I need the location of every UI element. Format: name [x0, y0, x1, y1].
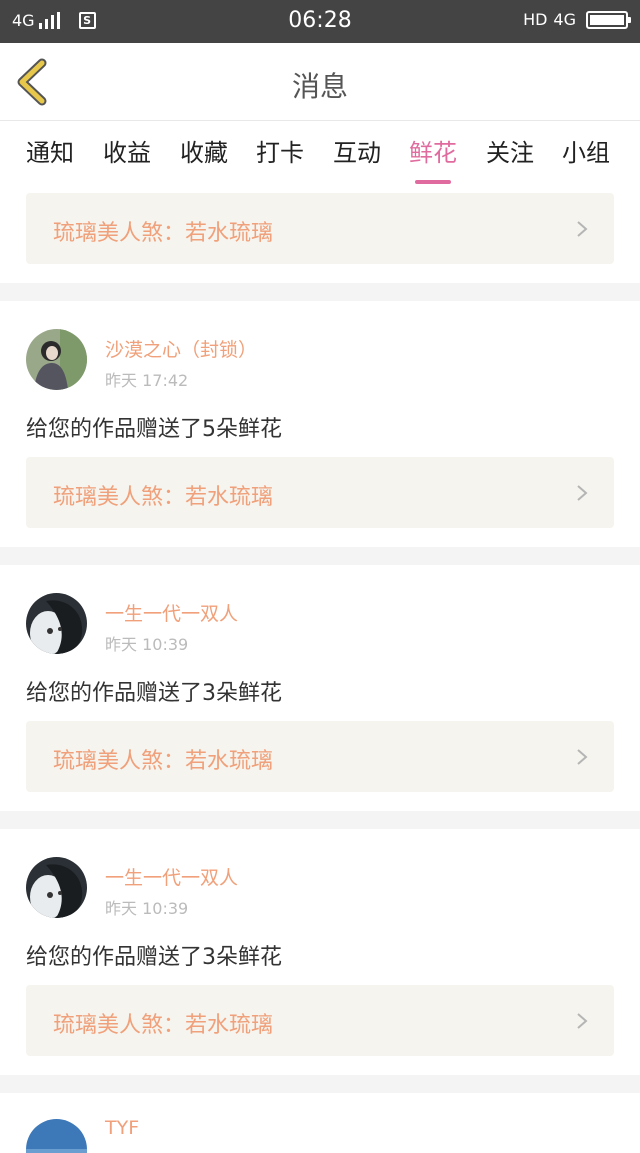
tab-label: 小组 — [562, 139, 610, 167]
tab-label: 收藏 — [180, 139, 228, 167]
work-link[interactable]: 琉璃美人煞：若水琉璃 — [26, 457, 614, 528]
avatar-woman-icon[interactable] — [26, 329, 87, 390]
work-title: 琉璃美人煞：若水琉璃 — [53, 749, 274, 774]
avatar-anime-icon[interactable] — [26, 857, 87, 918]
message-card: TYF — [0, 1093, 640, 1153]
tab-interaction[interactable]: 互动 — [333, 133, 381, 168]
user-name[interactable]: TYF — [105, 1117, 139, 1139]
chevron-right-icon — [577, 485, 588, 501]
tab-flowers[interactable]: 鲜花 — [409, 133, 457, 184]
message-card: 琉璃美人煞：若水琉璃 — [0, 181, 640, 283]
work-title: 琉璃美人煞：若水琉璃 — [53, 485, 274, 510]
work-title: 琉璃美人煞：若水琉璃 — [53, 1013, 274, 1038]
tab-earnings[interactable]: 收益 — [103, 133, 151, 168]
status-right: HD 4G — [523, 10, 631, 29]
divider — [0, 547, 640, 565]
post-time: 昨天 10:39 — [105, 635, 189, 654]
message-list: 琉璃美人煞：若水琉璃 沙漠之心（封锁） 昨天 17:42 给您的作品赠送了5朵鲜… — [0, 181, 640, 1153]
tab-checkin[interactable]: 打卡 — [256, 133, 304, 168]
user-name[interactable]: 一生一代一双人 — [105, 599, 238, 626]
divider — [0, 1075, 640, 1093]
message-card: 一生一代一双人 昨天 10:39 给您的作品赠送了3朵鲜花 琉璃美人煞：若水琉璃 — [0, 829, 640, 1075]
page-title: 消息 — [291, 70, 348, 103]
avatar-anime-icon[interactable] — [26, 593, 87, 654]
tab-label: 通知 — [26, 139, 74, 167]
post-time: 昨天 10:39 — [105, 899, 189, 918]
work-link[interactable]: 琉璃美人煞：若水琉璃 — [26, 193, 614, 264]
user-name[interactable]: 一生一代一双人 — [105, 863, 238, 890]
tab-label: 关注 — [486, 139, 534, 167]
app-header: 消息 — [0, 43, 640, 121]
tab-label: 鲜花 — [409, 139, 457, 167]
battery-icon — [586, 10, 631, 29]
chevron-right-icon — [577, 749, 588, 765]
message-card: 一生一代一双人 昨天 10:39 给您的作品赠送了3朵鲜花 琉璃美人煞：若水琉璃 — [0, 565, 640, 811]
message-text: 给您的作品赠送了3朵鲜花 — [26, 681, 282, 706]
message-text: 给您的作品赠送了3朵鲜花 — [26, 945, 282, 970]
tab-bar: 通知 收益 收藏 打卡 互动 鲜花 关注 小组 — [0, 121, 640, 184]
avatar-sky-icon[interactable] — [26, 1119, 87, 1153]
work-link[interactable]: 琉璃美人煞：若水琉璃 — [26, 721, 614, 792]
tab-follow[interactable]: 关注 — [486, 133, 534, 168]
tab-label: 收益 — [103, 139, 151, 167]
tab-groups[interactable]: 小组 — [562, 133, 610, 168]
message-card: 沙漠之心（封锁） 昨天 17:42 给您的作品赠送了5朵鲜花 琉璃美人煞：若水琉… — [0, 301, 640, 547]
tab-notify[interactable]: 通知 — [26, 133, 74, 168]
hd-label: HD — [523, 10, 548, 29]
divider — [0, 811, 640, 829]
post-time: 昨天 17:42 — [105, 371, 189, 390]
status-bar: 4G S 06:28 HD 4G — [0, 0, 640, 43]
tab-label: 打卡 — [256, 139, 304, 167]
network-type-right: 4G — [553, 10, 576, 29]
message-text: 给您的作品赠送了5朵鲜花 — [26, 417, 282, 442]
back-button[interactable] — [12, 57, 60, 107]
chevron-right-icon — [577, 221, 588, 237]
tab-favorites[interactable]: 收藏 — [180, 133, 228, 168]
chevron-right-icon — [577, 1013, 588, 1029]
work-title: 琉璃美人煞：若水琉璃 — [53, 221, 274, 246]
tab-label: 互动 — [333, 139, 381, 167]
work-link[interactable]: 琉璃美人煞：若水琉璃 — [26, 985, 614, 1056]
chevron-left-icon — [17, 58, 47, 106]
divider — [0, 283, 640, 301]
user-name[interactable]: 沙漠之心（封锁） — [105, 335, 257, 362]
